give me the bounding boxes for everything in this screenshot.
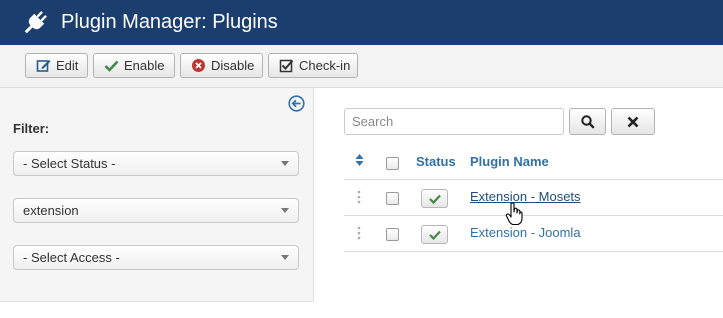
access-select[interactable]: - Select Access - [13,245,299,270]
row-checkbox[interactable] [386,192,399,205]
sort-ordering-icon[interactable] [355,154,364,166]
table-row: Extension - Mosets [344,180,723,216]
column-header-status[interactable]: Status [416,154,456,169]
search-button[interactable] [569,108,606,135]
plug-icon [24,11,47,34]
toolbar: Edit Enable Disable Check-in [0,45,723,88]
edit-icon [36,60,51,72]
disable-icon [192,59,205,72]
check-icon [429,230,441,240]
collapse-sidebar-icon[interactable] [288,95,305,112]
checkbox-checked-icon [279,59,294,73]
drag-handle-icon[interactable] [357,190,361,204]
check-icon [429,194,441,204]
check-icon [104,60,119,72]
select-all-checkbox[interactable] [386,157,399,170]
status-toggle-button[interactable] [421,189,448,208]
checkin-button[interactable]: Check-in [268,53,358,78]
table-header: Status Plugin Name [344,145,723,180]
close-icon [627,116,639,127]
search-input[interactable] [344,108,564,135]
status-toggle-button[interactable] [421,225,448,244]
edit-button[interactable]: Edit [25,53,88,78]
access-select-value: - Select Access - [23,250,120,265]
folder-select[interactable]: extension [13,198,299,223]
plugin-name-link[interactable]: Extension - Joomla [470,225,581,240]
filter-sidebar: Filter: - Select Status - extension - Se… [0,88,314,302]
chevron-down-icon [281,255,289,260]
chevron-down-icon [281,208,289,213]
hand-cursor-icon [505,202,523,226]
enable-button[interactable]: Enable [93,53,175,78]
enable-button-label: Enable [124,58,165,73]
search-icon [580,114,595,129]
chevron-down-icon [281,161,289,166]
edit-button-label: Edit [56,58,79,73]
table-row: Extension - Joomla [344,216,723,252]
page-header: Plugin Manager: Plugins [0,0,723,45]
disable-button[interactable]: Disable [180,53,263,78]
page-title: Plugin Manager: Plugins [61,11,278,33]
status-select[interactable]: - Select Status - [13,151,299,176]
row-checkbox[interactable] [386,228,399,241]
checkin-button-label: Check-in [299,58,351,73]
drag-handle-icon[interactable] [357,226,361,240]
filter-label: Filter: [13,121,50,136]
status-select-value: - Select Status - [23,156,116,171]
disable-button-label: Disable [211,58,255,73]
column-header-plugin-name[interactable]: Plugin Name [470,154,549,169]
clear-search-button[interactable] [611,108,655,135]
plugin-name-link[interactable]: Extension - Mosets [470,189,581,204]
folder-select-value: extension [23,203,79,218]
